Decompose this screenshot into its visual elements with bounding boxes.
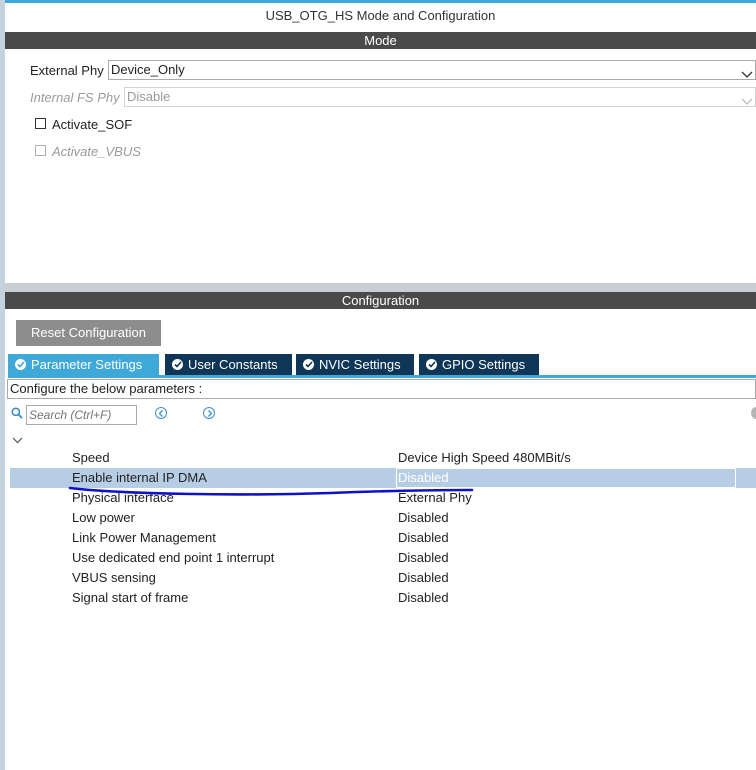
check-circle-icon	[172, 359, 183, 370]
reset-configuration-button[interactable]: Reset Configuration	[16, 320, 161, 346]
chevron-down-icon	[741, 66, 753, 84]
external-phy-label: External Phy	[30, 63, 104, 78]
top-accent-bar	[0, 0, 756, 3]
param-value: Disabled	[398, 530, 449, 545]
check-circle-icon	[15, 359, 26, 370]
section-divider	[5, 283, 756, 292]
tab-label: GPIO Settings	[442, 357, 526, 372]
param-name: Use dedicated end point 1 interrupt	[72, 550, 275, 565]
param-value: Disabled	[398, 510, 449, 525]
search-input[interactable]	[26, 405, 137, 425]
param-name: Low power	[72, 510, 135, 525]
mode-section-header: Mode	[5, 32, 756, 49]
options-icon[interactable]	[751, 407, 756, 419]
param-value: Disabled	[398, 570, 449, 585]
activate-sof-checkbox[interactable]	[35, 118, 46, 129]
param-name: Link Power Management	[72, 530, 216, 545]
table-row[interactable]: Enable internal IP DMA Disabled	[10, 468, 756, 488]
search-icon	[11, 407, 23, 422]
table-row[interactable]: VBUS sensing Disabled	[10, 568, 756, 588]
table-row[interactable]: Low power Disabled	[10, 508, 756, 528]
param-name: Physical interface	[72, 490, 174, 505]
param-value: Disabled	[398, 590, 449, 605]
tab-gpio-settings[interactable]: GPIO Settings	[419, 354, 539, 375]
tab-label: NVIC Settings	[319, 357, 401, 372]
table-row[interactable]: Signal start of frame Disabled	[10, 588, 756, 608]
tab-label: User Constants	[188, 357, 278, 372]
tab-parameter-settings[interactable]: Parameter Settings	[8, 354, 159, 375]
internal-fs-phy-value: Disable	[127, 89, 171, 104]
tab-user-constants[interactable]: User Constants	[165, 354, 292, 375]
activate-sof-label: Activate_SOF	[52, 117, 133, 132]
chevron-down-icon	[741, 93, 753, 111]
external-phy-select[interactable]: Device_Only	[108, 60, 756, 80]
tab-nvic-settings[interactable]: NVIC Settings	[296, 354, 414, 375]
param-value: Disabled	[398, 550, 449, 565]
left-panel-edge	[0, 0, 5, 770]
table-row[interactable]: Link Power Management Disabled	[10, 528, 756, 548]
table-row[interactable]: Physical interface External Phy	[10, 488, 756, 508]
param-value[interactable]: Disabled	[398, 468, 449, 488]
internal-fs-phy-select: Disable	[124, 87, 756, 107]
arrow-left-circle-icon[interactable]	[155, 407, 167, 419]
internal-fs-phy-label: Internal FS Phy	[30, 90, 120, 105]
check-circle-icon	[303, 359, 314, 370]
param-name: VBUS sensing	[72, 570, 156, 585]
activate-vbus-checkbox	[35, 145, 46, 156]
arrow-right-circle-icon[interactable]	[203, 407, 215, 419]
param-value: External Phy	[398, 490, 472, 505]
configure-parameters-label: Configure the below parameters :	[7, 379, 756, 399]
window-title: USB_OTG_HS Mode and Configuration	[265, 8, 496, 23]
table-row[interactable]: Use dedicated end point 1 interrupt Disa…	[10, 548, 756, 568]
check-circle-icon	[426, 359, 437, 370]
param-name: Speed	[72, 450, 110, 465]
tab-label: Parameter Settings	[31, 357, 143, 372]
param-name: Enable internal IP DMA	[72, 470, 207, 485]
configuration-section-header: Configuration	[5, 292, 756, 309]
param-name: Signal start of frame	[72, 590, 189, 605]
tab-underline	[8, 375, 756, 378]
external-phy-value: Device_Only	[111, 62, 185, 77]
chevron-down-icon[interactable]	[12, 432, 23, 447]
activate-vbus-label: Activate_VBUS	[52, 144, 141, 159]
param-value: Device High Speed 480MBit/s	[398, 450, 571, 465]
table-row[interactable]: Speed Device High Speed 480MBit/s	[10, 448, 756, 468]
